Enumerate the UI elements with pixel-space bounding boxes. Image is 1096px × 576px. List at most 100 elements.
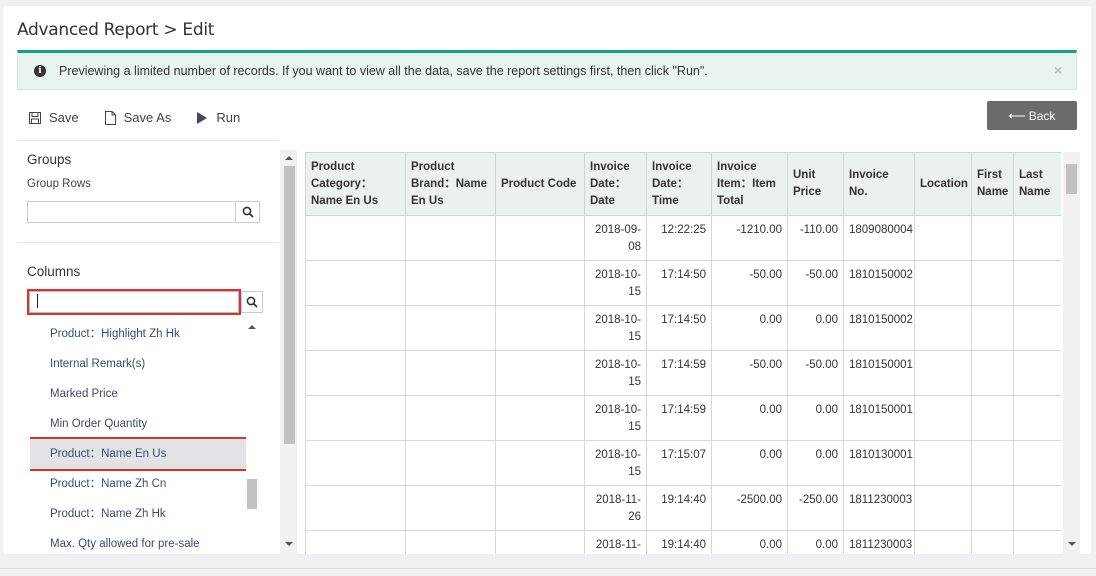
table-cell: 2018-10-15 [584, 395, 647, 441]
table-cell [1013, 305, 1061, 351]
table-cell [405, 305, 496, 351]
table-cell: 2018-11-26 [584, 485, 647, 531]
left-panel: Groups Group Rows Columns Product：Highli… [17, 140, 279, 554]
scroll-down-icon[interactable] [1068, 542, 1076, 546]
column-header[interactable]: Invoice Date：Date [584, 152, 647, 216]
table-cell [971, 530, 1014, 554]
column-header[interactable]: Product Code [495, 152, 585, 216]
scroll-up-icon[interactable] [285, 156, 293, 160]
columns-search-button[interactable] [241, 291, 263, 313]
back-button[interactable]: ⟵ Back [987, 101, 1077, 130]
table-cell [1013, 395, 1061, 441]
table-cell: 1810150001 [843, 350, 915, 396]
scroll-down-icon[interactable] [285, 542, 293, 546]
table-cell: 1811230003 [843, 530, 915, 554]
table-cell: 0.00 [787, 440, 844, 486]
table-cell: 19:14:40 [646, 485, 712, 531]
scroll-up-icon[interactable] [248, 325, 256, 329]
table-cell [495, 530, 585, 554]
columns-search-input[interactable] [27, 289, 241, 315]
list-item[interactable]: Product：Name Zh Cn [30, 469, 246, 499]
table-cell [305, 395, 406, 441]
groups-search-button[interactable] [236, 201, 260, 223]
table-row: 2018-10-15 17:14:59 0.00 0.00 1810150001 [305, 395, 1061, 441]
columns-list-scrollbar[interactable] [244, 319, 260, 555]
info-alert: i Previewing a limited number of records… [17, 50, 1077, 90]
table-cell [405, 215, 496, 261]
footer-divider [0, 568, 1096, 569]
list-item[interactable]: Marked Price [30, 379, 246, 409]
table-cell [914, 305, 972, 351]
table-row: 2018-10-15 17:14:50 -50.00 -50.00 181015… [305, 260, 1061, 306]
list-item[interactable]: Product：Name Zh Hk [30, 499, 246, 529]
table-cell: 17:14:59 [646, 350, 712, 396]
table-cell: 2018-10-15 [584, 440, 647, 486]
info-icon: i [34, 65, 46, 77]
run-button[interactable]: Run [197, 110, 240, 125]
scroll-thumb[interactable] [1066, 164, 1077, 194]
list-item[interactable]: Internal Remark(s) [30, 349, 246, 379]
table-cell: -50.00 [711, 350, 788, 396]
columns-list: Product：Highlight Zh Hk Internal Remark(… [30, 319, 246, 555]
table-cell: 12:22:25 [646, 215, 712, 261]
column-header[interactable]: Location [914, 152, 972, 216]
table-cell [305, 530, 406, 554]
table-cell [405, 530, 496, 554]
columns-search [27, 289, 263, 315]
table-cell [971, 305, 1014, 351]
scroll-thumb[interactable] [247, 479, 257, 509]
table-cell: -1210.00 [711, 215, 788, 261]
table-cell [1013, 215, 1061, 261]
column-header[interactable]: Invoice Item：Item Total [711, 152, 788, 216]
table-cell [971, 395, 1014, 441]
table-cell: -50.00 [787, 260, 844, 306]
table-cell [971, 260, 1014, 306]
table-cell [914, 485, 972, 531]
column-header[interactable]: Product Category：Name En Us [305, 152, 406, 216]
column-header[interactable]: First Name [971, 152, 1014, 216]
table-cell: 17:15:07 [646, 440, 712, 486]
back-label: Back [1028, 108, 1056, 123]
preview-table: Product Category：Name En Us Product Bran… [305, 152, 1061, 554]
preview-table-container: Product Category：Name En Us Product Bran… [305, 152, 1061, 554]
list-item[interactable]: Product：Highlight Zh Hk [30, 319, 246, 349]
table-cell: 1809080004 [843, 215, 915, 261]
table-cell: 0.00 [787, 395, 844, 441]
column-header[interactable]: Invoice No. [843, 152, 915, 216]
column-header[interactable]: Unit Price [787, 152, 844, 216]
table-row: 2018-10-15 17:14:59 -50.00 -50.00 181015… [305, 350, 1061, 396]
table-cell [971, 440, 1014, 486]
table-cell [1013, 260, 1061, 306]
table-cell [914, 260, 972, 306]
arrow-left-icon: ⟵ [1008, 108, 1026, 123]
table-cell: 17:14:50 [646, 260, 712, 306]
list-item[interactable]: Max. Qty allowed for pre-sale [30, 529, 246, 555]
table-cell [305, 215, 406, 261]
left-panel-scrollbar[interactable] [280, 150, 297, 554]
list-item[interactable]: Min Order Quantity [30, 409, 246, 439]
save-as-button[interactable]: Save As [104, 110, 171, 125]
close-icon[interactable]: × [1054, 62, 1062, 78]
table-cell [405, 440, 496, 486]
file-icon [104, 110, 116, 125]
list-item-selected[interactable]: Product：Name En Us [30, 437, 246, 471]
table-cell [305, 260, 406, 306]
table-cell [495, 260, 585, 306]
table-cell [971, 485, 1014, 531]
column-header[interactable]: Last Name [1013, 152, 1061, 216]
table-cell: 0.00 [787, 530, 844, 554]
table-cell [971, 215, 1014, 261]
table-cell [495, 395, 585, 441]
report-editor-card: Advanced Report > Edit i Previewing a li… [3, 6, 1091, 554]
table-row: 2018-10-15 17:14:50 0.00 0.00 1810150002 [305, 305, 1061, 351]
table-cell: 17:14:50 [646, 305, 712, 351]
groups-search-input[interactable] [27, 201, 236, 223]
column-header[interactable]: Product Brand：Name En Us [405, 152, 496, 216]
scroll-thumb[interactable] [284, 166, 295, 444]
table-cell: 1810150001 [843, 395, 915, 441]
save-button[interactable]: Save [29, 110, 79, 125]
table-scrollbar[interactable] [1063, 152, 1080, 554]
column-header[interactable]: Invoice Date：Time [646, 152, 712, 216]
page-title: Advanced Report > Edit [17, 20, 215, 40]
groups-title: Groups [27, 152, 72, 167]
